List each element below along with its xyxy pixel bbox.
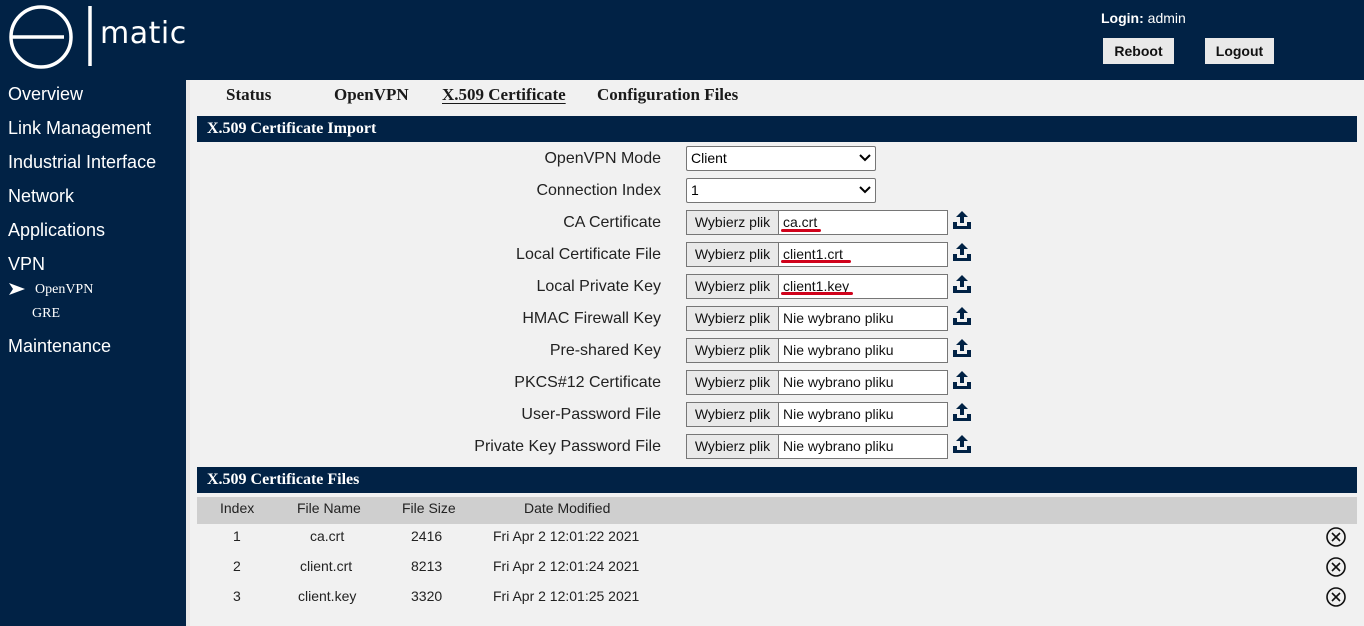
top-header: matic Login: admin Reboot Logout (0, 0, 1364, 80)
choose-file-button[interactable]: Wybierz plik (687, 211, 779, 234)
tab-configuration-files[interactable]: Configuration Files (597, 85, 738, 105)
column-header-index: Index (220, 500, 255, 516)
choose-file-button[interactable]: Wybierz plik (687, 243, 779, 266)
login-label: Login: (1101, 10, 1144, 26)
sidebar-item-vpn[interactable]: VPN (8, 254, 45, 275)
upload-icon[interactable] (951, 209, 973, 231)
file-label-private-key-password-file: Private Key Password File (474, 438, 661, 455)
chevron-down-icon (859, 154, 871, 162)
tab-openvpn[interactable]: OpenVPN (334, 85, 409, 105)
connection-index-select[interactable]: 1 (686, 178, 876, 203)
connection-index-value: 1 (691, 182, 699, 198)
file-label-local-certificate: Local Certificate File (516, 246, 661, 263)
file-label-pkcs12-certificate: PKCS#12 Certificate (514, 374, 661, 391)
file-label-local-private-key: Local Private Key (536, 278, 661, 295)
connection-index-label: Connection Index (536, 182, 661, 199)
file-label-ca-certificate: CA Certificate (563, 214, 661, 231)
file-label-pre-shared-key: Pre-shared Key (549, 342, 661, 359)
highlight-underline (781, 260, 851, 263)
files-table-header (197, 497, 1357, 524)
upload-icon[interactable] (951, 337, 973, 359)
file-label-user-password-file: User-Password File (521, 406, 661, 423)
selected-file-name: Nie wybrano pliku (783, 310, 894, 326)
column-header-file-name: File Name (297, 500, 361, 516)
row-file-name: ca.crt (310, 528, 345, 544)
row-file-size: 2416 (411, 528, 443, 544)
upload-icon[interactable] (951, 241, 973, 263)
file-input-hmac-firewall-key[interactable]: Wybierz plik Nie wybrano pliku (686, 306, 948, 331)
row-date-modified: Fri Apr 2 12:01:22 2021 (493, 528, 640, 544)
sidebar-subitem-openvpn[interactable]: OpenVPN (35, 282, 93, 298)
sidebar-item-maintenance[interactable]: Maintenance (8, 336, 111, 357)
tab-status[interactable]: Status (226, 85, 271, 105)
choose-file-button[interactable]: Wybierz plik (687, 435, 779, 458)
file-input-pre-shared-key[interactable]: Wybierz plik Nie wybrano pliku (686, 338, 948, 363)
openvpn-mode-value: Client (691, 150, 727, 166)
choose-file-button[interactable]: Wybierz plik (687, 339, 779, 362)
file-input-user-password-file[interactable]: Wybierz plik Nie wybrano pliku (686, 402, 948, 427)
column-header-date-modified: Date Modified (524, 500, 611, 516)
sidebar-subitem-gre[interactable]: GRE (32, 306, 60, 322)
row-file-name: client.key (298, 588, 357, 604)
column-header-file-size: File Size (402, 500, 456, 516)
selected-file-name: Nie wybrano pliku (783, 438, 894, 454)
sidebar-item-industrial-interface[interactable]: Industrial Interface (8, 152, 156, 173)
highlight-underline (781, 292, 853, 295)
delete-circle-x-icon[interactable] (1325, 586, 1347, 608)
upload-icon[interactable] (951, 305, 973, 327)
row-date-modified: Fri Apr 2 12:01:24 2021 (493, 558, 640, 574)
logo-text: matic (100, 16, 187, 51)
row-date-modified: Fri Apr 2 12:01:25 2021 (493, 588, 640, 604)
chevron-down-icon (859, 186, 871, 194)
highlight-underline (781, 229, 821, 232)
choose-file-button[interactable]: Wybierz plik (687, 371, 779, 394)
row-index: 2 (233, 558, 241, 574)
logout-button[interactable]: Logout (1205, 38, 1274, 64)
import-section-title: X.509 Certificate Import (197, 116, 1357, 142)
delete-circle-x-icon[interactable] (1325, 526, 1347, 548)
file-input-local-private-key[interactable]: Wybierz plik client1.key (686, 274, 948, 299)
upload-icon[interactable] (951, 401, 973, 423)
file-input-local-certificate[interactable]: Wybierz plik client1.crt (686, 242, 948, 267)
sidebar-item-applications[interactable]: Applications (8, 220, 105, 241)
row-index: 1 (233, 528, 241, 544)
reboot-button[interactable]: Reboot (1103, 38, 1174, 64)
selected-file-name: Nie wybrano pliku (783, 342, 894, 358)
delete-circle-x-icon[interactable] (1325, 556, 1347, 578)
login-info: Login: admin (1101, 10, 1186, 26)
login-user: admin (1147, 10, 1186, 26)
arrow-right-icon (9, 283, 25, 295)
choose-file-button[interactable]: Wybierz plik (687, 275, 779, 298)
row-file-name: client.crt (300, 558, 353, 574)
row-file-size: 3320 (411, 588, 443, 604)
tab-x509-certificate[interactable]: X.509 Certificate (442, 85, 566, 105)
openvpn-mode-select[interactable]: Client (686, 146, 876, 171)
sidebar-item-link-management[interactable]: Link Management (8, 118, 151, 139)
file-input-private-key-password-file[interactable]: Wybierz plik Nie wybrano pliku (686, 434, 948, 459)
row-file-size: 8213 (411, 558, 443, 574)
file-input-pkcs12-certificate[interactable]: Wybierz plik Nie wybrano pliku (686, 370, 948, 395)
upload-icon[interactable] (951, 273, 973, 295)
files-section-title: X.509 Certificate Files (197, 467, 1357, 493)
upload-icon[interactable] (951, 433, 973, 455)
upload-icon[interactable] (951, 369, 973, 391)
sidebar-item-network[interactable]: Network (8, 186, 74, 207)
choose-file-button[interactable]: Wybierz plik (687, 307, 779, 330)
openvpn-mode-label: OpenVPN Mode (544, 150, 661, 167)
row-index: 3 (233, 588, 241, 604)
sidebar-item-overview[interactable]: Overview (8, 84, 83, 105)
selected-file-name: Nie wybrano pliku (783, 374, 894, 390)
selected-file-name: Nie wybrano pliku (783, 406, 894, 422)
choose-file-button[interactable]: Wybierz plik (687, 403, 779, 426)
file-label-hmac-firewall-key: HMAC Firewall Key (522, 310, 661, 327)
